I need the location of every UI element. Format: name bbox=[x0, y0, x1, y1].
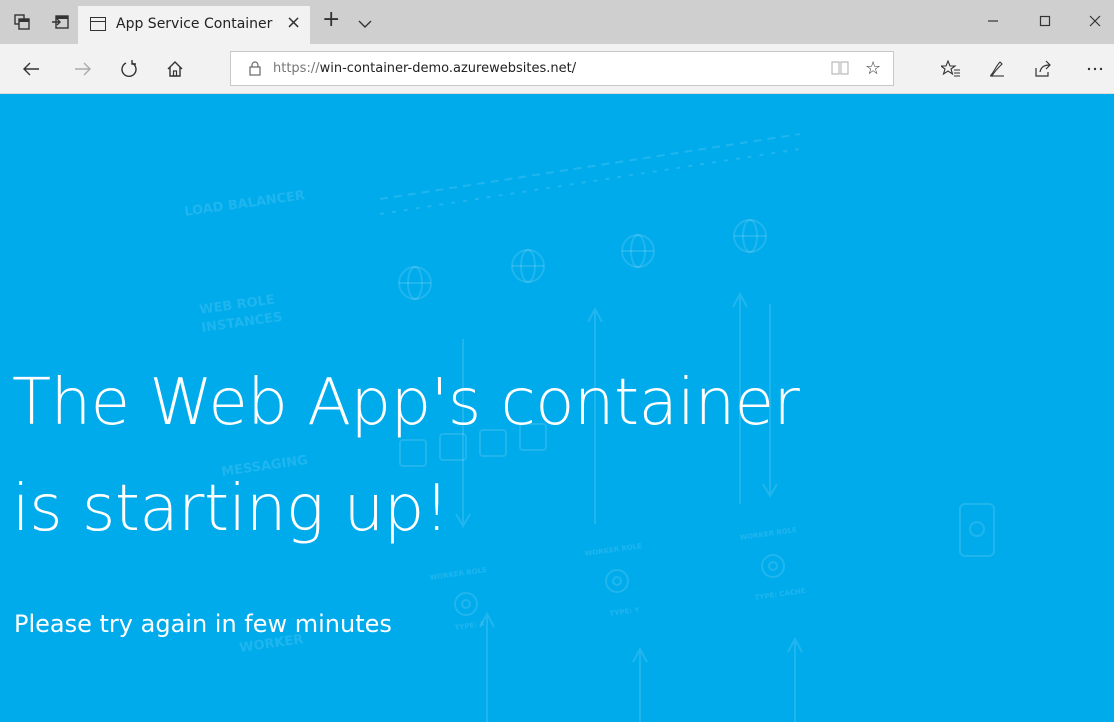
active-tab[interactable]: App Service Container × bbox=[78, 6, 310, 44]
set-aside-tabs-icon[interactable] bbox=[50, 12, 70, 32]
headline-line-2: is starting up! bbox=[12, 472, 449, 546]
tab-title: App Service Container bbox=[116, 16, 273, 32]
back-icon[interactable] bbox=[20, 58, 42, 80]
refresh-icon[interactable] bbox=[118, 58, 140, 80]
diagram-label: TYPE: X bbox=[454, 620, 486, 632]
url-scheme: https:// bbox=[273, 61, 320, 76]
new-tab-icon[interactable]: + bbox=[322, 9, 340, 31]
maximize-icon[interactable] bbox=[1034, 10, 1056, 32]
gear-icon bbox=[454, 592, 478, 616]
web-note-icon[interactable] bbox=[986, 58, 1008, 80]
more-options-icon[interactable] bbox=[1084, 58, 1106, 80]
diagram-label: WORKER ROLE bbox=[429, 566, 487, 582]
share-icon[interactable] bbox=[1032, 58, 1054, 80]
close-window-icon[interactable] bbox=[1084, 10, 1106, 32]
tab-actions-icon[interactable] bbox=[12, 12, 32, 32]
navigation-toolbar: https://win-container-demo.azurewebsites… bbox=[0, 44, 1114, 94]
home-icon[interactable] bbox=[164, 58, 186, 80]
page-headline: The Web App's container is starting up! bbox=[12, 350, 1012, 562]
reading-view-icon[interactable] bbox=[831, 60, 849, 80]
chevron-down-icon[interactable] bbox=[358, 14, 372, 33]
page-content: LOAD BALANCER WEB ROLE INSTANCES MESSAGI… bbox=[0, 94, 1114, 722]
address-bar[interactable]: https://win-container-demo.azurewebsites… bbox=[230, 51, 894, 86]
forward-icon[interactable] bbox=[72, 58, 94, 80]
favorite-star-icon[interactable]: ☆ bbox=[865, 58, 881, 79]
favorites-icon[interactable] bbox=[940, 58, 962, 80]
lock-icon bbox=[249, 61, 261, 80]
globe-icon bbox=[733, 219, 767, 253]
url-text[interactable]: https://win-container-demo.azurewebsites… bbox=[273, 61, 576, 76]
minimize-icon[interactable] bbox=[982, 10, 1004, 32]
globe-icon bbox=[511, 249, 545, 283]
diagram-label: TYPE: Y bbox=[609, 606, 641, 618]
globe-icon bbox=[398, 266, 432, 300]
diagram-label: LOAD BALANCER bbox=[183, 188, 305, 220]
gear-icon bbox=[605, 569, 629, 593]
url-host: win-container-demo.azurewebsites.net/ bbox=[319, 61, 577, 76]
diagram-label: TYPE: CACHE bbox=[754, 587, 806, 602]
tab-close-icon[interactable]: × bbox=[286, 13, 301, 33]
title-bar: App Service Container × + bbox=[0, 0, 1114, 44]
page-icon bbox=[90, 17, 106, 31]
headline-line-1: The Web App's container bbox=[12, 366, 800, 440]
globe-icon bbox=[621, 234, 655, 268]
page-subtitle: Please try again in few minutes bbox=[14, 610, 392, 638]
